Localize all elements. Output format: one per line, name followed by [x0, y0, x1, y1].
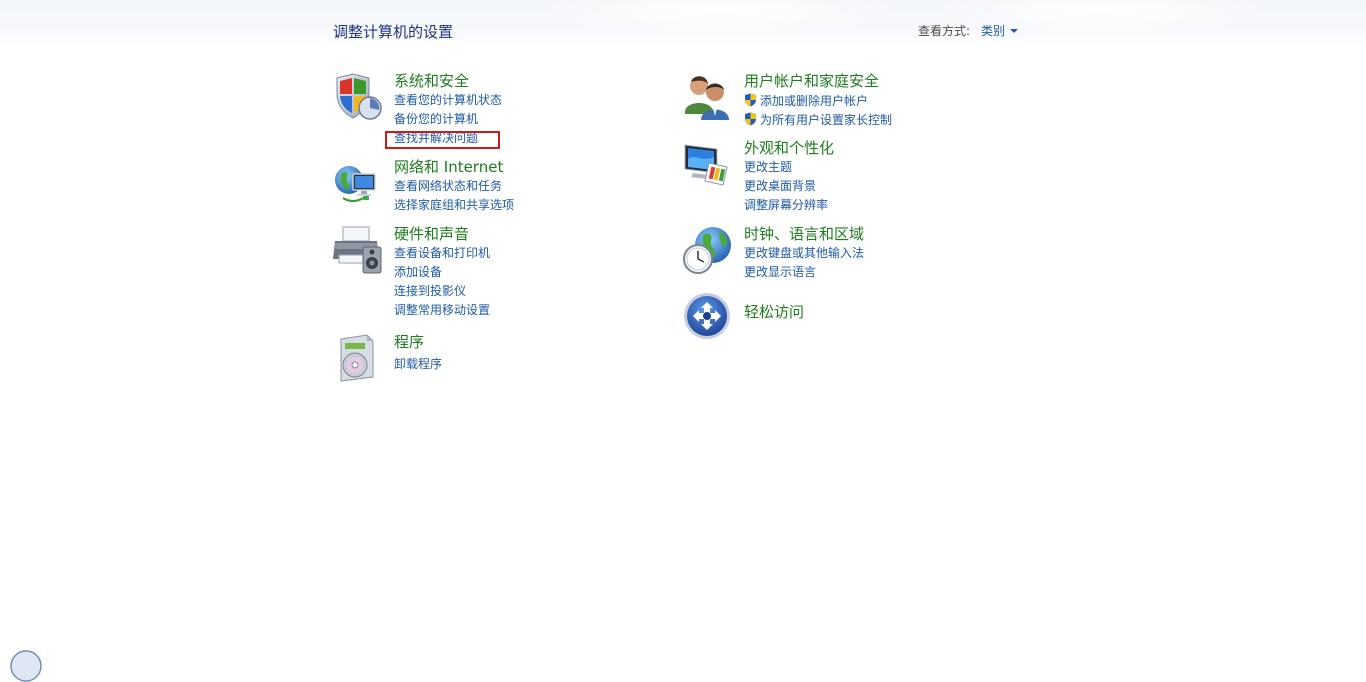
users-icon[interactable]	[683, 72, 733, 122]
link-backup-computer[interactable]: 备份您的计算机	[394, 112, 478, 127]
monitor-palette-icon[interactable]	[683, 139, 733, 189]
highlight-rectangle	[385, 131, 500, 149]
link-homegroup-sharing[interactable]: 选择家庭组和共享选项	[394, 198, 514, 213]
chevron-down-icon	[1010, 29, 1019, 33]
link-view-network-status[interactable]: 查看网络状态和任务	[394, 179, 502, 194]
category-title[interactable]: 时钟、语言和区域	[744, 225, 864, 243]
link-add-remove-accounts[interactable]: 添加或删除用户帐户	[744, 93, 868, 109]
network-globe-icon[interactable]	[333, 158, 383, 208]
category-title[interactable]: 用户帐户和家庭安全	[744, 72, 879, 90]
category-title[interactable]: 硬件和声音	[394, 225, 469, 243]
link-view-computer-status[interactable]: 查看您的计算机状态	[394, 93, 502, 108]
link-adjust-resolution[interactable]: 调整屏幕分辨率	[744, 198, 828, 213]
link-devices-printers[interactable]: 查看设备和打印机	[394, 246, 490, 261]
clock-globe-icon[interactable]	[683, 225, 733, 275]
view-by-value: 类别	[981, 24, 1006, 38]
printer-speaker-icon[interactable]	[333, 225, 383, 275]
shield-icon[interactable]	[333, 72, 383, 122]
view-by-dropdown[interactable]: 类别	[981, 22, 1019, 39]
category-title[interactable]: 系统和安全	[394, 72, 469, 90]
ease-of-access-icon[interactable]	[683, 292, 733, 342]
category-title[interactable]: 轻松访问	[744, 303, 804, 321]
link-uninstall-program[interactable]: 卸载程序	[394, 357, 442, 372]
link-add-device[interactable]: 添加设备	[394, 265, 442, 280]
view-by-label: 查看方式:	[918, 24, 971, 38]
link-label: 为所有用户设置家长控制	[760, 113, 893, 127]
programs-disc-icon[interactable]	[333, 333, 383, 383]
page-title: 调整计算机的设置	[333, 23, 454, 41]
link-label: 添加或删除用户帐户	[760, 94, 869, 108]
category-title[interactable]: 程序	[394, 333, 424, 351]
corner-globe-icon	[10, 650, 42, 682]
category-title[interactable]: 网络和 Internet	[394, 158, 503, 176]
link-change-input-method[interactable]: 更改键盘或其他输入法	[744, 246, 864, 261]
link-change-display-language[interactable]: 更改显示语言	[744, 265, 816, 280]
link-connect-projector[interactable]: 连接到投影仪	[394, 284, 466, 299]
uac-shield-icon	[745, 112, 756, 126]
header-background	[0, 0, 1366, 48]
link-change-theme[interactable]: 更改主题	[744, 160, 792, 175]
category-title[interactable]: 外观和个性化	[744, 139, 834, 157]
link-parental-controls[interactable]: 为所有用户设置家长控制	[744, 112, 892, 128]
link-change-desktop-background[interactable]: 更改桌面背景	[744, 179, 816, 194]
link-mobility-settings[interactable]: 调整常用移动设置	[394, 303, 490, 318]
uac-shield-icon	[745, 93, 756, 107]
